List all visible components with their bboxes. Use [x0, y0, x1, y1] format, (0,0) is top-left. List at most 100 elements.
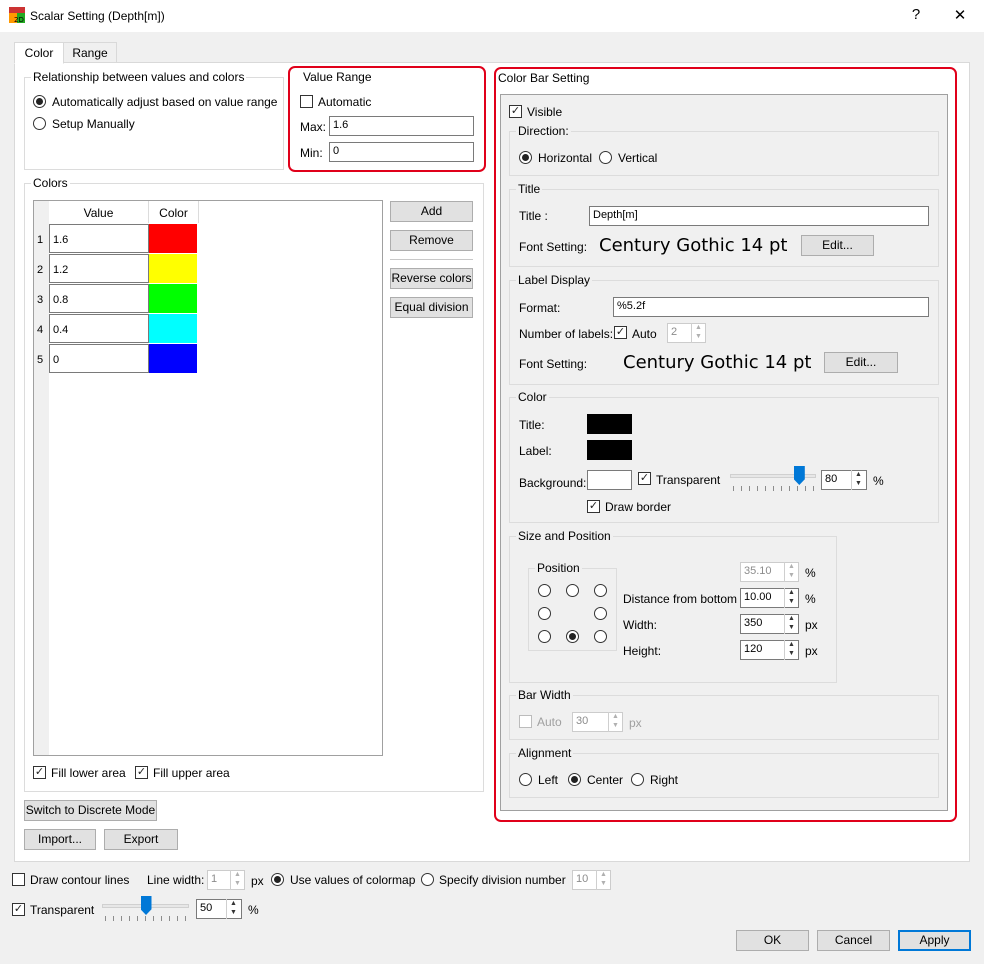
title-legend: Title	[518, 182, 541, 196]
value-cell[interactable]: 1.2	[49, 254, 149, 283]
distance-label: Distance from bottom	[623, 592, 738, 606]
draw-contour-checkbox[interactable]	[12, 873, 25, 886]
radio-auto-adjust[interactable]	[33, 95, 46, 108]
max-label: Max:	[300, 120, 327, 134]
color-header: Color	[149, 201, 199, 223]
color-swatch[interactable]	[149, 254, 197, 283]
setup-manually-label: Setup Manually	[52, 117, 135, 131]
add-button[interactable]: Add	[390, 201, 473, 222]
tab-range[interactable]: Range	[63, 42, 117, 63]
visible-checkbox[interactable]: ✓	[509, 105, 522, 118]
tab-color[interactable]: Color	[14, 42, 64, 64]
radio-vertical[interactable]	[599, 151, 612, 164]
opacity-spinner[interactable]: ▲ ▼	[226, 899, 240, 919]
distance-unit: %	[805, 592, 816, 606]
draw-border-label: Draw border	[605, 500, 672, 514]
value-cell[interactable]: 0	[49, 344, 149, 373]
radio-use-colormap[interactable]	[271, 873, 284, 886]
colors-legend: Colors	[33, 176, 68, 190]
radio-horizontal[interactable]	[519, 151, 532, 164]
color-swatch[interactable]	[149, 224, 197, 253]
position-bottom-right[interactable]	[594, 630, 607, 643]
radio-align-right[interactable]	[631, 773, 644, 786]
apply-button[interactable]: Apply	[898, 930, 971, 951]
title-color-label: Title:	[519, 418, 545, 432]
cancel-button[interactable]: Cancel	[817, 930, 890, 951]
import-button[interactable]: Import...	[24, 829, 96, 850]
switch-discrete-mode-button[interactable]: Switch to Discrete Mode	[24, 800, 157, 821]
num-labels-auto-checkbox[interactable]: ✓	[614, 326, 627, 339]
fill-lower-checkbox[interactable]: ✓	[33, 766, 46, 779]
line-width-spinner[interactable]: ▲ ▼	[230, 870, 244, 890]
position-top-center[interactable]	[566, 584, 579, 597]
transparent-checkbox[interactable]: ✓	[12, 903, 25, 916]
min-input[interactable]: 0	[329, 142, 474, 162]
position-middle-left[interactable]	[538, 607, 551, 620]
color-swatch[interactable]	[149, 284, 197, 313]
bar-width-auto-checkbox[interactable]	[519, 715, 532, 728]
title-color-swatch[interactable]	[587, 414, 632, 434]
num-labels-spinner[interactable]: ▲ ▼	[691, 323, 705, 343]
bar-width-spinner[interactable]: ▲ ▼	[608, 712, 622, 732]
colorbar-opacity-pct: %	[873, 474, 884, 488]
distance-spinner[interactable]: ▲ ▼	[784, 588, 798, 608]
width-spinner[interactable]: ▲ ▼	[784, 614, 798, 634]
title-font-label: Font Setting:	[519, 240, 588, 254]
x-position-spinner[interactable]: ▲ ▼	[784, 562, 798, 582]
title-font-edit-button[interactable]: Edit...	[801, 235, 874, 256]
max-input[interactable]: 1.6	[329, 116, 474, 136]
help-button[interactable]: ?	[906, 6, 926, 23]
ok-button[interactable]: OK	[736, 930, 809, 951]
color-swatch[interactable]	[149, 314, 197, 343]
auto-adjust-label: Automatically adjust based on value rang…	[52, 95, 278, 109]
value-cell[interactable]: 0.4	[49, 314, 149, 343]
height-spinner[interactable]: ▲ ▼	[784, 640, 798, 660]
export-button[interactable]: Export	[104, 829, 178, 850]
draw-border-checkbox[interactable]: ✓	[587, 500, 600, 513]
automatic-checkbox[interactable]	[300, 95, 313, 108]
specify-division-label: Specify division number	[439, 873, 566, 887]
colorbar-opacity-spinner[interactable]: ▲ ▼	[851, 470, 865, 490]
colorbar-transparent-label: Transparent	[656, 473, 721, 487]
label-font-edit-button[interactable]: Edit...	[824, 352, 898, 373]
format-label: Format:	[519, 301, 561, 315]
radio-setup-manually[interactable]	[33, 117, 46, 130]
color-legend: Color	[518, 390, 547, 404]
color-swatch[interactable]	[149, 344, 197, 373]
opacity-slider-thumb[interactable]	[140, 896, 152, 915]
position-top-right[interactable]	[594, 584, 607, 597]
position-legend: Position	[537, 561, 580, 575]
fill-lower-label: Fill lower area	[51, 766, 126, 780]
format-input[interactable]: %5.2f	[613, 297, 929, 317]
close-button[interactable]: ✕	[950, 6, 970, 24]
background-color-swatch[interactable]	[587, 470, 632, 490]
position-middle-right[interactable]	[594, 607, 607, 620]
bar-width-legend: Bar Width	[518, 688, 571, 702]
num-labels-label: Number of labels:	[519, 327, 614, 341]
horizontal-label: Horizontal	[538, 151, 593, 165]
remove-button[interactable]: Remove	[390, 230, 473, 251]
fill-upper-checkbox[interactable]: ✓	[135, 766, 148, 779]
window-title: Scalar Setting (Depth[m])	[30, 9, 165, 23]
equal-division-button[interactable]: Equal division	[390, 297, 473, 318]
division-spinner[interactable]: ▲ ▼	[596, 870, 610, 890]
radio-align-center[interactable]	[568, 773, 581, 786]
radio-specify-division[interactable]	[421, 873, 434, 886]
reverse-colors-button[interactable]: Reverse colors	[390, 268, 473, 289]
size-position-legend: Size and Position	[518, 529, 611, 543]
svg-text:2D: 2D	[14, 16, 24, 23]
color-group: Color	[509, 390, 939, 523]
value-cell[interactable]: 1.6	[49, 224, 149, 253]
colorbar-transparent-checkbox[interactable]: ✓	[638, 472, 651, 485]
position-bottom-center[interactable]	[566, 630, 579, 643]
width-unit: px	[805, 618, 818, 632]
fill-upper-label: Fill upper area	[153, 766, 230, 780]
value-cell[interactable]: 0.8	[49, 284, 149, 313]
title-label: Title :	[519, 209, 548, 223]
position-top-left[interactable]	[538, 584, 551, 597]
title-input[interactable]: Depth[m]	[589, 206, 929, 226]
label-color-swatch[interactable]	[587, 440, 632, 460]
radio-align-left[interactable]	[519, 773, 532, 786]
position-bottom-left[interactable]	[538, 630, 551, 643]
row-index: 5	[37, 354, 44, 366]
